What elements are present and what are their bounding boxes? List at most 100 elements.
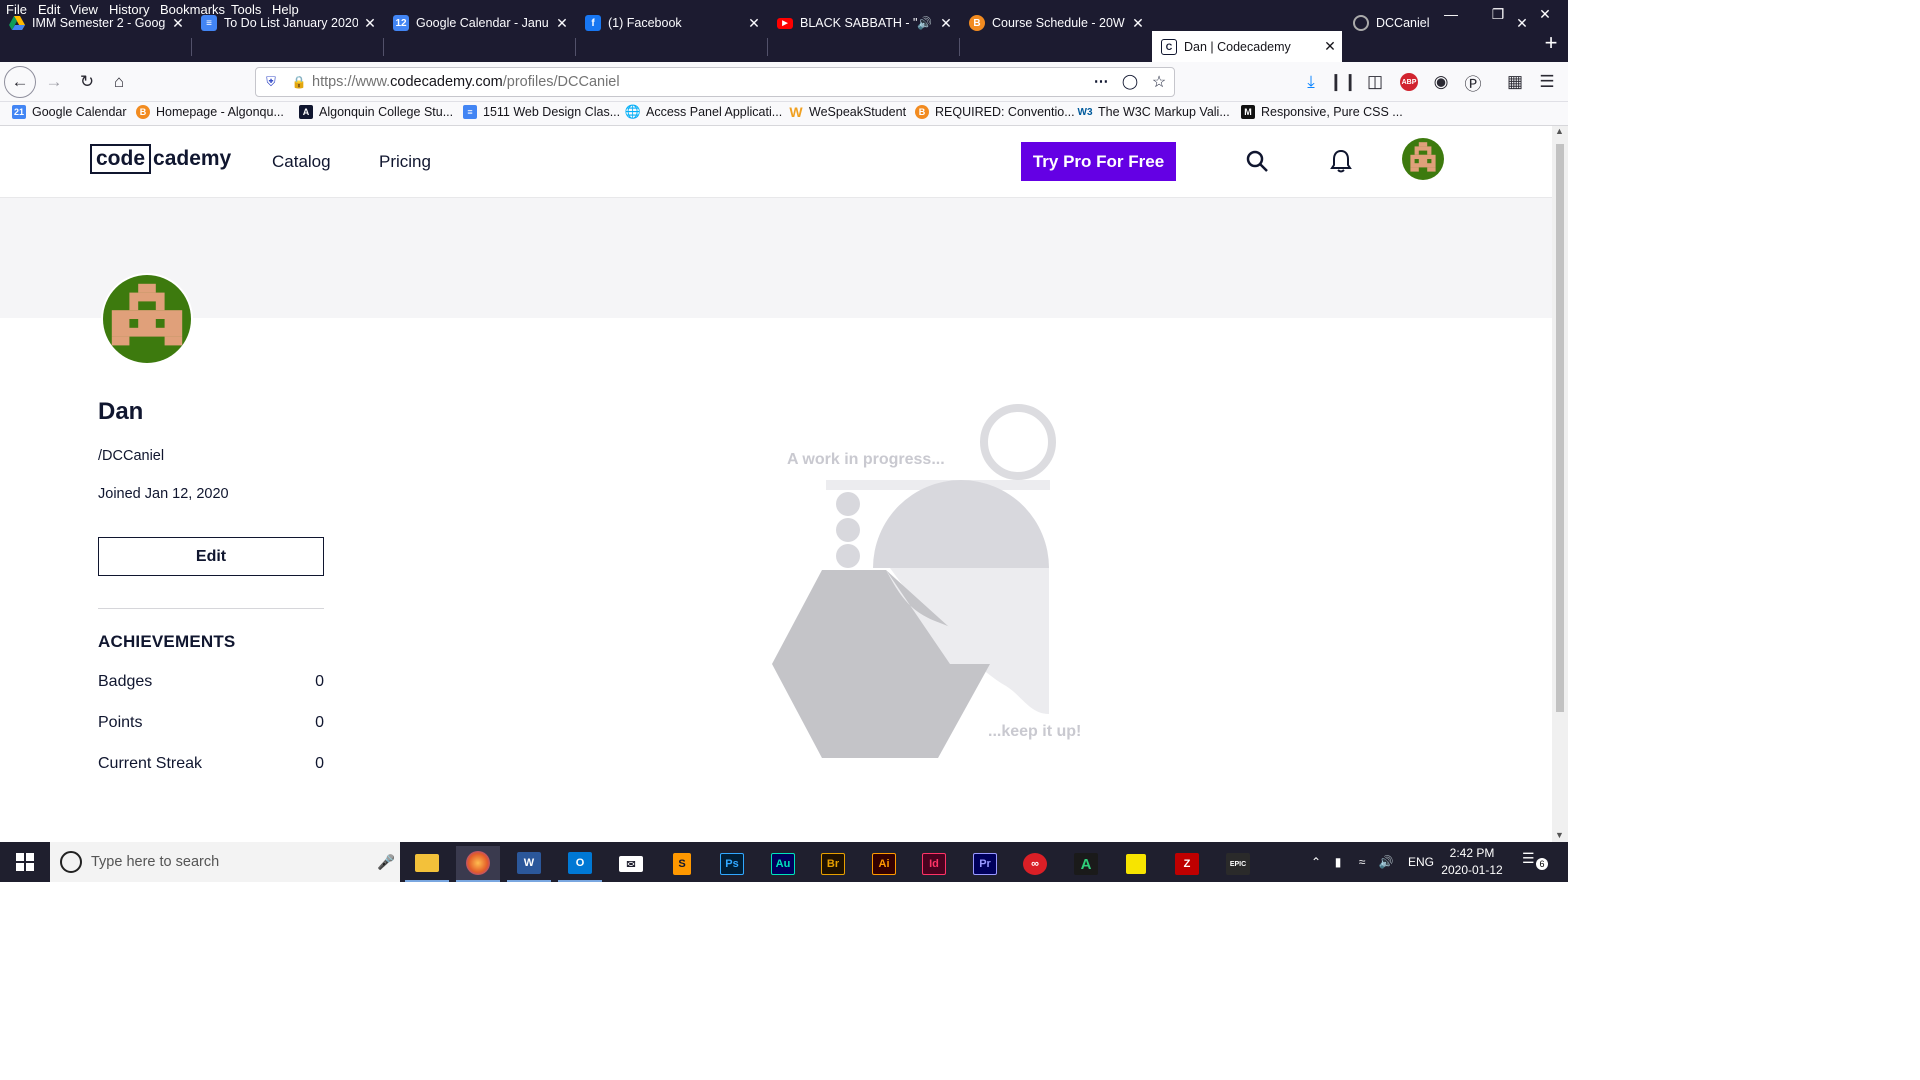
- tab-separator: [383, 38, 384, 56]
- bookmark-label: Google Calendar: [32, 105, 127, 119]
- mail-icon[interactable]: ✉: [609, 846, 653, 882]
- page-actions-icon[interactable]: ⋯: [1086, 74, 1116, 90]
- file-explorer-icon[interactable]: [405, 846, 449, 882]
- brightspace-icon: B: [136, 105, 150, 119]
- volume-icon[interactable]: 🔊: [1374, 855, 1398, 869]
- bookmark-label: WeSpeakStudent: [809, 105, 907, 119]
- avatar[interactable]: [1402, 138, 1444, 180]
- close-tab-icon[interactable]: ✕: [742, 15, 766, 32]
- bookmark-google-calendar[interactable]: 21 Google Calendar: [12, 105, 127, 119]
- nav-catalog[interactable]: Catalog: [272, 152, 331, 172]
- tab-facebook[interactable]: f (1) Facebook ✕: [576, 8, 766, 38]
- reload-icon[interactable]: ↻: [72, 68, 102, 96]
- outlook-icon[interactable]: O: [558, 846, 602, 882]
- scrollbar-thumb[interactable]: [1556, 144, 1564, 712]
- bridge-icon[interactable]: Br: [811, 846, 855, 882]
- google-calendar-icon: 12: [393, 15, 409, 31]
- bookmark-required[interactable]: B REQUIRED: Conventio...: [915, 105, 1075, 119]
- sidebar-icon[interactable]: ◫: [1360, 68, 1390, 96]
- bookmark-wespeakstudent[interactable]: W WeSpeakStudent: [789, 104, 907, 120]
- forward-icon[interactable]: →: [39, 68, 69, 96]
- taskbar-clock[interactable]: 2:42 PM 2020-01-12: [1440, 845, 1504, 879]
- tab-imm-semester[interactable]: IMM Semester 2 - Goog ✕: [0, 8, 190, 38]
- bookmark-label: REQUIRED: Conventio...: [935, 105, 1075, 119]
- audition-icon[interactable]: Au: [761, 846, 805, 882]
- page-viewport: code cademy Catalog Pricing Try Pro For F…: [0, 126, 1552, 842]
- illustrator-icon[interactable]: Ai: [862, 846, 906, 882]
- premiere-icon[interactable]: Pr: [963, 846, 1007, 882]
- close-tab-icon[interactable]: ✕: [1126, 15, 1150, 32]
- word-icon[interactable]: W: [507, 846, 551, 882]
- close-tab-icon[interactable]: ✕: [550, 15, 574, 32]
- tab-todo-list[interactable]: ≡ To Do List January 2020 ✕: [192, 8, 382, 38]
- hamburger-menu-icon[interactable]: ☰: [1532, 68, 1562, 96]
- bookmark-responsive-css[interactable]: M Responsive, Pure CSS ...: [1241, 105, 1403, 119]
- bookmark-w3c-validator[interactable]: W3 The W3C Markup Vali...: [1078, 105, 1230, 119]
- edit-profile-button[interactable]: Edit: [98, 537, 324, 576]
- pocket-icon[interactable]: ◯: [1116, 74, 1144, 90]
- bookmark-access-panel[interactable]: 🌐 Access Panel Applicati...: [625, 104, 782, 119]
- tab-title: BLACK SABBATH - "I: [800, 16, 918, 30]
- bell-icon[interactable]: [1326, 146, 1356, 176]
- scroll-down-icon[interactable]: ▼: [1555, 830, 1564, 840]
- windows-start-icon[interactable]: [0, 842, 50, 882]
- lock-icon[interactable]: 🔒: [286, 75, 312, 89]
- new-tab-icon[interactable]: +: [1538, 30, 1564, 58]
- extensions-icon[interactable]: ▦: [1500, 68, 1530, 96]
- downloads-icon[interactable]: ⤓: [1296, 68, 1326, 96]
- back-icon[interactable]: ←: [4, 66, 36, 98]
- adblock-icon[interactable]: ABP: [1394, 68, 1424, 96]
- indesign-icon[interactable]: Id: [912, 846, 956, 882]
- creative-cloud-icon[interactable]: ∞: [1013, 846, 1057, 882]
- wip-bottom-text: ...keep it up!: [988, 723, 1082, 740]
- tab-course-schedule[interactable]: B Course Schedule - 20W ✕: [960, 8, 1150, 38]
- epic-games-icon[interactable]: EPIC: [1216, 846, 1260, 882]
- acrobat-icon[interactable]: A: [1064, 846, 1108, 882]
- close-tab-icon[interactable]: ✕: [166, 15, 190, 32]
- account-icon[interactable]: ◉: [1426, 68, 1456, 96]
- firefox-icon[interactable]: [456, 846, 500, 882]
- scroll-up-icon[interactable]: ▲: [1555, 126, 1564, 136]
- close-tab-icon[interactable]: ✕: [934, 15, 958, 32]
- codecademy-logo[interactable]: code cademy: [90, 144, 231, 174]
- notifications-icon[interactable]: ☰ 6: [1522, 850, 1552, 876]
- search-icon[interactable]: [1242, 146, 1272, 176]
- achievement-label: Current Streak: [98, 755, 203, 772]
- bookmark-algonquin-student[interactable]: A Algonquin College Stu...: [299, 105, 453, 119]
- page-scrollbar[interactable]: ▲ ▼: [1552, 126, 1568, 842]
- profile-name: Dan: [98, 398, 144, 425]
- filezilla-icon[interactable]: Z: [1165, 846, 1209, 882]
- tab-google-calendar[interactable]: 12 Google Calendar - Janu ✕: [384, 8, 574, 38]
- bookmark-web-design[interactable]: ≡ 1511 Web Design Clas...: [463, 105, 620, 119]
- nav-pricing[interactable]: Pricing: [379, 152, 431, 172]
- home-icon[interactable]: ⌂: [104, 68, 134, 96]
- url-bar[interactable]: ⛨ 🔒 https://www.codecademy.com/profiles/…: [255, 67, 1175, 97]
- language-indicator[interactable]: ENG: [1408, 855, 1438, 869]
- close-tab-icon[interactable]: ✕: [1510, 15, 1534, 32]
- battery-icon[interactable]: ▮: [1326, 855, 1350, 869]
- bookmark-label: Algonquin College Stu...: [319, 105, 454, 119]
- try-pro-button[interactable]: Try Pro For Free: [1021, 142, 1176, 181]
- tab-black-sabbath[interactable]: ▶ BLACK SABBATH - "I 🔊 ✕: [768, 8, 958, 38]
- wifi-icon[interactable]: ≈: [1350, 855, 1374, 869]
- site-header: code cademy Catalog Pricing Try Pro For F…: [0, 126, 1552, 198]
- bookmark-label: The W3C Markup Vali...: [1098, 105, 1230, 119]
- close-tab-icon[interactable]: ✕: [358, 15, 382, 32]
- profile-avatar: [101, 273, 193, 365]
- library-icon[interactable]: ❙❙: [1328, 68, 1358, 96]
- bookmark-algonquin-home[interactable]: B Homepage - Algonqu...: [136, 105, 284, 119]
- sticky-notes-icon[interactable]: [1114, 846, 1158, 882]
- microphone-icon[interactable]: 🎤: [372, 854, 400, 871]
- speaker-icon[interactable]: 🔊: [917, 16, 932, 30]
- taskbar-search[interactable]: Type here to search 🎤: [50, 842, 400, 882]
- bookmark-star-icon[interactable]: ☆: [1144, 72, 1174, 92]
- chevron-up-icon[interactable]: ⌃: [1306, 855, 1326, 869]
- photoshop-icon[interactable]: Ps: [710, 846, 754, 882]
- sublime-icon[interactable]: S: [660, 846, 704, 882]
- tab-github[interactable]: DCCaniel ✕: [1344, 8, 1534, 38]
- close-tab-icon[interactable]: ✕: [1318, 38, 1342, 55]
- tab-title: (1) Facebook: [608, 16, 682, 30]
- tab-codecademy[interactable]: C Dan | Codecademy ✕: [1152, 31, 1342, 62]
- extension-w-icon[interactable]: Ⓟ: [1458, 68, 1488, 96]
- tracking-shield-icon[interactable]: ⛨: [256, 74, 286, 90]
